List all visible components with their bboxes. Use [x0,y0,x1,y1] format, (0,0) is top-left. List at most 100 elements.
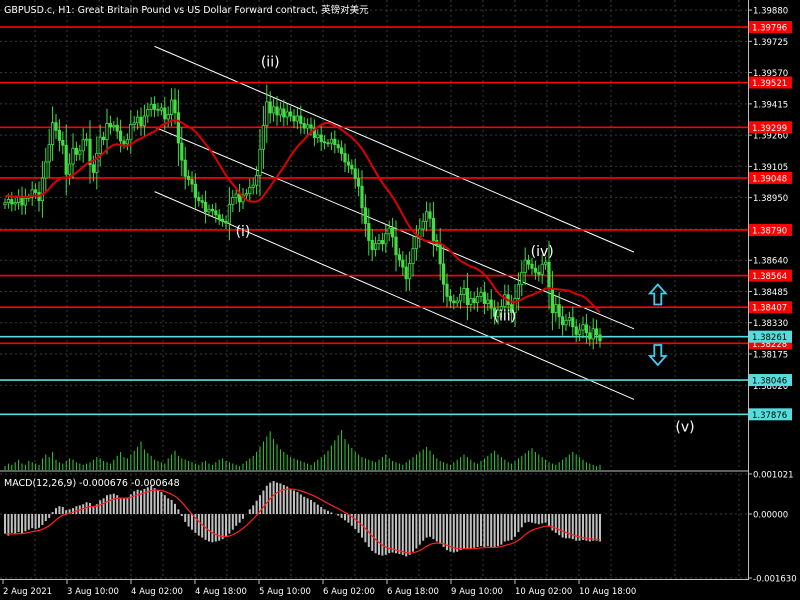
candle-body [169,99,174,115]
candle-body [319,134,323,143]
candle-body [227,203,231,224]
macd-tick-label: 0.001021 [753,470,794,480]
wave-label: (v) [675,420,694,436]
level-tag-label: 1.39796 [752,24,787,34]
candle-body [95,152,99,173]
candle-body [523,259,527,273]
candle-body [377,240,381,245]
candle-body [326,142,330,145]
candle-body [34,189,38,193]
time-tick-label: 4 Aug 18:00 [195,587,247,597]
candle-body [390,227,395,238]
candle-body [380,240,385,245]
candle-body [135,116,140,124]
candle-body [156,108,160,111]
candle-body [6,199,10,204]
candle-body [244,193,248,196]
candle-body [186,175,191,180]
candle-body [159,107,163,111]
candle-body [74,147,78,155]
candle-body [441,263,446,285]
wave-label: (ii) [261,55,280,71]
level-tag-label: 1.38564 [752,272,787,282]
candle-body [51,122,55,146]
candle-body [520,271,524,285]
level-tag-label: 1.37876 [752,411,787,421]
candle-body [452,300,456,304]
candle-body [78,150,82,155]
candle-body [176,112,180,144]
candle-body [414,236,419,250]
candle-body [554,304,558,314]
candle-body [591,328,595,340]
candle-body [132,122,136,125]
time-tick-label: 10 Aug 02:00 [515,587,572,597]
candle-body [564,319,568,326]
candle-body [166,114,170,120]
candle-body [234,193,238,198]
candle-body [197,197,201,202]
candle-body [516,284,521,299]
candle-body [401,259,405,268]
candle-body [81,139,85,152]
price-tick-label: 1.38485 [753,288,788,298]
candle-body [411,248,415,265]
chart-title: GBPUSD.c, H1: Great Britain Pound vs US … [4,4,369,16]
candle-body [278,108,283,116]
candle-body [210,208,214,212]
candle-body [220,218,225,222]
candle-body [387,227,391,235]
candle-body [462,288,466,295]
candle-body [581,324,585,331]
candle-body [486,299,490,304]
candle-body [302,123,306,129]
candle-body [584,324,589,334]
candle-body [214,210,218,216]
level-tag-label: 1.38046 [752,377,787,387]
chart-root: (i)(ii)(iii)(iv)(v) 1.398801.397251.3957… [0,0,800,600]
candle-body [248,186,252,195]
candle-body [547,261,551,289]
candle-body [431,217,436,241]
candle-body [139,116,143,127]
time-tick-label: 9 Aug 10:00 [451,587,503,597]
wave-label: (i) [236,224,251,240]
candle-body [200,200,204,203]
candle-body [149,103,153,110]
candle-body [421,220,425,230]
candle-body [489,299,493,309]
candle-body [339,147,344,154]
level-tag-label: 1.39299 [752,124,787,134]
candle-body [305,124,310,129]
candle-body [404,266,408,280]
candle-body [329,138,334,144]
candle-body [119,130,123,142]
candle-body [479,292,483,297]
candle-body [397,254,402,261]
time-tick-label: 2 Aug 2021 [3,587,52,597]
candle-body [129,124,133,141]
candle-body [530,263,534,269]
candle-body [183,159,187,177]
price-tick-label: 1.38175 [753,351,788,361]
level-tag-label: 1.38790 [752,226,787,236]
candle-body [288,111,293,117]
candle-body [68,163,72,175]
candle-body [295,115,300,122]
candle-body [10,199,14,205]
candle-body [125,139,129,145]
candle-body [173,99,177,114]
time-tick-label: 5 Aug 10:00 [259,587,311,597]
candle-body [85,138,89,141]
candle-body [475,296,480,303]
time-tick-label: 4 Aug 02:00 [131,587,183,597]
candle-body [224,221,228,224]
candle-body [105,123,109,140]
candle-body [458,294,463,302]
candle-body [258,148,262,176]
candle-body [71,147,75,165]
candle-body [367,223,371,241]
candle-body [115,124,119,132]
candle-body [322,141,327,144]
candle-body [438,244,442,265]
